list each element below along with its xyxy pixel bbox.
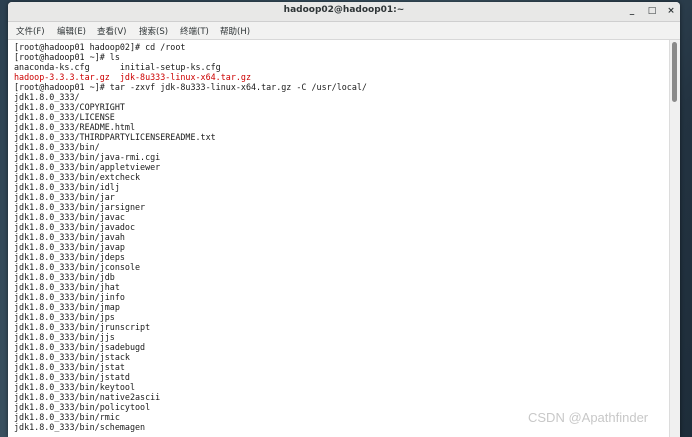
- terminal-line: jdk1.8.0_333/bin/rmic: [14, 412, 120, 422]
- minimize-button[interactable]: _: [624, 4, 640, 18]
- menu-file[interactable]: 文件(F): [16, 25, 45, 37]
- terminal-line: jdk1.8.0_333/bin/jsadebugd: [14, 342, 146, 352]
- terminal-window: hadoop02@hadoop01:~ _ □ × 文件(F) 编辑(E) 查看…: [8, 2, 680, 437]
- terminal-line: jdk1.8.0_333/bin/jstat: [14, 362, 125, 372]
- terminal-line: hadoop-3.3.3.tar.gz jdk-8u333-linux-x64.…: [14, 72, 251, 82]
- menu-bar: 文件(F) 编辑(E) 查看(V) 搜索(S) 终端(T) 帮助(H): [8, 22, 680, 40]
- terminal-line: jdk1.8.0_333/bin/policytool: [14, 402, 151, 412]
- terminal-line: jdk1.8.0_333/THIRDPARTYLICENSEREADME.txt: [14, 132, 216, 142]
- terminal-line: jdk1.8.0_333/bin/jar: [14, 192, 115, 202]
- terminal-line: jdk1.8.0_333/bin/jstack: [14, 352, 130, 362]
- terminal-line: jdk1.8.0_333/bin/native2ascii: [14, 392, 161, 402]
- menu-help[interactable]: 帮助(H): [220, 25, 250, 37]
- terminal-line: jdk1.8.0_333/LICENSE: [14, 112, 115, 122]
- terminal-line: jdk1.8.0_333/bin/jps: [14, 312, 115, 322]
- window-title: hadoop02@hadoop01:~: [283, 5, 405, 15]
- menu-terminal[interactable]: 终端(T): [180, 25, 209, 37]
- terminal-line: jdk1.8.0_333/bin/jjs: [14, 332, 115, 342]
- terminal-line: jdk1.8.0_333/bin/: [14, 142, 100, 152]
- menu-search[interactable]: 搜索(S): [139, 25, 168, 37]
- terminal-line: anaconda-ks.cfg initial-setup-ks.cfg: [14, 62, 221, 72]
- terminal-line: jdk1.8.0_333/bin/jmap: [14, 302, 120, 312]
- title-bar[interactable]: hadoop02@hadoop01:~ _ □ ×: [8, 2, 680, 22]
- close-button[interactable]: ×: [663, 4, 679, 18]
- terminal-line: jdk1.8.0_333/bin/java-rmi.cgi: [14, 152, 161, 162]
- terminal-line: jdk1.8.0_333/COPYRIGHT: [14, 102, 125, 112]
- watermark: CSDN @Apathfinder: [528, 410, 649, 425]
- terminal-line: jdk1.8.0_333/bin/javac: [14, 212, 125, 222]
- terminal-line: jdk1.8.0_333/bin/jconsole: [14, 262, 141, 272]
- terminal-line: jdk1.8.0_333/bin/jhat: [14, 282, 120, 292]
- terminal-line: jdk1.8.0_333/bin/javadoc: [14, 222, 136, 232]
- scrollbar[interactable]: [669, 40, 680, 437]
- menu-view[interactable]: 查看(V): [97, 25, 126, 37]
- terminal-line: jdk1.8.0_333/bin/jarsigner: [14, 202, 146, 212]
- scrollbar-thumb[interactable]: [672, 42, 677, 102]
- terminal-line: [root@hadoop01 ~]# tar -zxvf jdk-8u333-l…: [14, 82, 367, 92]
- terminal-line: jdk1.8.0_333/bin/appletviewer: [14, 162, 161, 172]
- terminal-line: jdk1.8.0_333/bin/jdeps: [14, 252, 125, 262]
- terminal-line: jdk1.8.0_333/bin/idlj: [14, 182, 120, 192]
- terminal-line: jdk1.8.0_333/bin/keytool: [14, 382, 136, 392]
- terminal-line: jdk1.8.0_333/bin/jinfo: [14, 292, 125, 302]
- maximize-button[interactable]: □: [644, 4, 660, 18]
- terminal-line: jdk1.8.0_333/bin/extcheck: [14, 172, 141, 182]
- terminal-line: jdk1.8.0_333/bin/jrunscript: [14, 322, 151, 332]
- terminal-line: jdk1.8.0_333/bin/jdb: [14, 272, 115, 282]
- terminal-line: jdk1.8.0_333/bin/schemagen: [14, 422, 146, 432]
- terminal-line: jdk1.8.0_333/README.html: [14, 122, 136, 132]
- terminal-line: jdk1.8.0_333/: [14, 92, 80, 102]
- terminal-line: [root@hadoop01 ~]# ls: [14, 52, 120, 62]
- terminal-line: jdk1.8.0_333/bin/javap: [14, 242, 125, 252]
- terminal-line: [root@hadoop01 hadoop02]# cd /root: [14, 42, 186, 52]
- menu-edit[interactable]: 编辑(E): [57, 25, 86, 37]
- terminal-line: jdk1.8.0_333/bin/javah: [14, 232, 125, 242]
- terminal-line: jdk1.8.0_333/bin/jstatd: [14, 372, 130, 382]
- terminal-output[interactable]: [root@hadoop01 hadoop02]# cd /root [root@…: [8, 40, 670, 437]
